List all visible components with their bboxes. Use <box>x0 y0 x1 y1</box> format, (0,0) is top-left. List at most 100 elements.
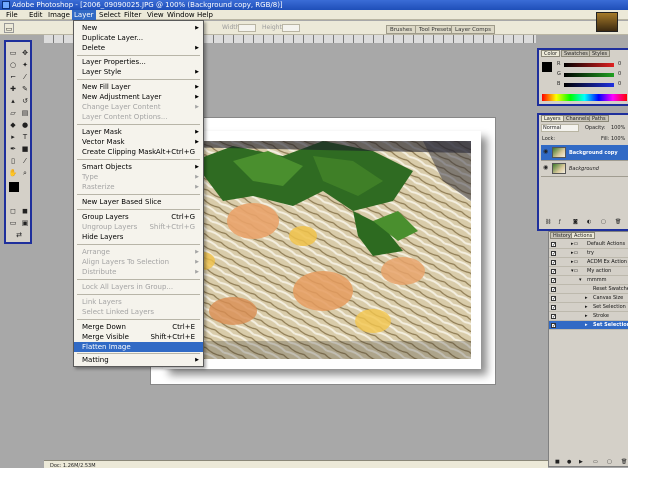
menu-item-hide-layers[interactable]: Hide Layers <box>74 232 203 242</box>
menu-item-select-linked-layers[interactable]: Select Linked Layers <box>74 307 203 317</box>
notes-tool-icon[interactable]: ▯ <box>8 156 18 166</box>
gradient-tool-icon[interactable]: ▤ <box>20 108 30 118</box>
menu-item-new-layer-based-slice[interactable]: New Layer Based Slice <box>74 197 203 207</box>
marquee-tool-icon[interactable]: ▭ <box>8 48 18 58</box>
lasso-tool-icon[interactable]: ○ <box>8 60 18 70</box>
action-check-icon[interactable]: ✓ <box>551 296 556 302</box>
menu-item-create-clipping-mask[interactable]: Create Clipping Mask Alt+Ctrl+G <box>74 147 203 157</box>
tab-actions[interactable]: Actions <box>571 232 596 239</box>
menu-item-smart-objects[interactable]: Smart Objects ▶ <box>74 162 203 172</box>
trash-icon[interactable]: 🗑 <box>621 459 627 465</box>
crop-tool-icon[interactable]: ⌐ <box>8 72 18 82</box>
layer-style-icon[interactable]: ƒ <box>559 219 561 225</box>
action-row[interactable]: ✓ Reset Swatches <box>549 285 632 294</box>
hand-tool-icon[interactable]: ✋ <box>8 168 18 178</box>
trash-icon[interactable]: 🗑 <box>615 219 621 225</box>
action-check-icon[interactable]: ✓ <box>551 251 556 257</box>
menu-file[interactable]: File <box>4 10 20 20</box>
menu-item-type[interactable]: Type ▶ <box>74 172 203 182</box>
menu-item-lock-all-layers[interactable]: Lock All Layers in Group... <box>74 282 203 292</box>
action-check-icon[interactable]: ✓ <box>551 287 556 293</box>
menu-item-new[interactable]: New ▶ <box>74 23 203 33</box>
action-check-icon[interactable]: ✓ <box>551 278 556 284</box>
adjustment-layer-icon[interactable]: ◐ <box>587 219 591 225</box>
menu-item-delete[interactable]: Delete ▶ <box>74 43 203 53</box>
action-check-icon[interactable]: ✓ <box>551 305 556 311</box>
action-row[interactable]: ✓ ▸ Set Selection <box>549 321 632 330</box>
shape-tool-icon[interactable]: ■ <box>20 144 30 154</box>
width-field[interactable] <box>238 24 256 32</box>
action-check-icon[interactable]: ✓ <box>551 323 556 329</box>
blue-value[interactable]: 0 <box>618 81 621 87</box>
play-icon[interactable]: ▶ <box>579 459 583 465</box>
menu-item-layer-mask[interactable]: Layer Mask ▶ <box>74 127 203 137</box>
pen-tool-icon[interactable]: ✒ <box>8 144 18 154</box>
action-row[interactable]: ✓ ▾▭ My action <box>549 267 632 276</box>
menu-edit[interactable]: Edit <box>27 10 45 20</box>
opacity-value[interactable]: 100% <box>611 125 625 131</box>
menu-view[interactable]: View <box>145 10 166 20</box>
path-select-icon[interactable]: ▸ <box>8 132 18 142</box>
full-screen-icon[interactable]: ▣ <box>20 218 30 228</box>
layer-row[interactable]: ◉ Background copy <box>541 145 628 161</box>
layer-row[interactable]: ◉ Background <box>541 161 628 177</box>
action-row[interactable]: ✓ ▸ Set Selection <box>549 303 632 312</box>
zoom-tool-icon[interactable]: ⌕ <box>20 168 30 178</box>
layer-mask-icon[interactable]: ◙ <box>573 219 578 225</box>
menu-item-align-layers-to-selection[interactable]: Align Layers To Selection ▶ <box>74 257 203 267</box>
healing-brush-icon[interactable]: ✚ <box>8 84 18 94</box>
action-row[interactable]: ✓ ▸▭ try <box>549 249 632 258</box>
link-layers-icon[interactable]: ⛓ <box>545 219 551 225</box>
blend-mode-select[interactable]: Normal <box>541 124 579 132</box>
slice-tool-icon[interactable]: ⁄ <box>20 72 30 82</box>
visibility-eye-icon[interactable]: ◉ <box>543 149 549 155</box>
red-value[interactable]: 0 <box>618 61 621 67</box>
menu-item-new-fill-layer[interactable]: New Fill Layer ▶ <box>74 82 203 92</box>
stop-icon[interactable]: ■ <box>555 459 560 465</box>
action-row[interactable]: ✓ ▸▭ Default Actions <box>549 240 632 249</box>
menu-item-merge-down[interactable]: Merge Down Ctrl+E <box>74 322 203 332</box>
tab-channels[interactable]: Channels <box>563 115 593 122</box>
menu-item-layer-content-options[interactable]: Layer Content Options... <box>74 112 203 122</box>
menu-layer[interactable]: Layer <box>72 10 96 20</box>
palette-tab-layer-comps[interactable]: Layer Comps <box>451 25 496 34</box>
palette-tab-tool-presets[interactable]: Tool Presets <box>415 25 456 34</box>
menu-item-merge-visible[interactable]: Merge Visible Shift+Ctrl+E <box>74 332 203 342</box>
red-slider[interactable] <box>564 63 614 67</box>
eyedropper-icon[interactable]: ⁄ <box>20 156 30 166</box>
jump-to-imageready-icon[interactable]: ⇄ <box>8 230 30 240</box>
menu-image[interactable]: Image <box>46 10 72 20</box>
action-check-icon[interactable]: ✓ <box>551 269 556 275</box>
menu-item-arrange[interactable]: Arrange ▶ <box>74 247 203 257</box>
new-action-icon[interactable]: ▢ <box>607 459 612 465</box>
green-slider[interactable] <box>564 73 614 77</box>
menu-item-change-layer-content[interactable]: Change Layer Content ▶ <box>74 102 203 112</box>
screen-mode-icon[interactable]: ▭ <box>8 218 18 228</box>
menu-item-matting[interactable]: Matting ▶ <box>74 355 203 365</box>
move-tool-icon[interactable]: ✥ <box>20 48 30 58</box>
menu-item-flatten-image[interactable]: Flatten Image <box>74 342 203 352</box>
blur-tool-icon[interactable]: ◆ <box>8 120 18 130</box>
menu-item-layer-properties[interactable]: Layer Properties... <box>74 57 203 67</box>
menu-item-new-adjustment-layer[interactable]: New Adjustment Layer ▶ <box>74 92 203 102</box>
menu-window[interactable]: Window <box>165 10 197 20</box>
tab-color[interactable]: Color <box>541 50 561 57</box>
menu-item-layer-style[interactable]: Layer Style ▶ <box>74 67 203 77</box>
menu-item-ungroup-layers[interactable]: Ungroup Layers Shift+Ctrl+G <box>74 222 203 232</box>
eraser-tool-icon[interactable]: ▱ <box>8 108 18 118</box>
marquee-preset-icon[interactable]: ▭ <box>4 23 14 33</box>
height-field[interactable] <box>282 24 300 32</box>
record-icon[interactable]: ● <box>567 459 571 465</box>
foreground-color-swatch[interactable] <box>9 182 19 192</box>
blue-slider[interactable] <box>564 83 614 87</box>
menu-item-distribute[interactable]: Distribute ▶ <box>74 267 203 277</box>
palette-tab-brushes[interactable]: Brushes <box>386 25 417 34</box>
action-row[interactable]: ✓ ▸ Canvas Size <box>549 294 632 303</box>
tab-layers[interactable]: Layers <box>541 115 564 122</box>
menu-item-duplicate-layer[interactable]: Duplicate Layer... <box>74 33 203 43</box>
menu-item-link-layers[interactable]: Link Layers <box>74 297 203 307</box>
clone-stamp-icon[interactable]: ▴ <box>8 96 18 106</box>
color-spectrum-bar[interactable] <box>542 94 627 101</box>
magic-wand-icon[interactable]: ✦ <box>20 60 30 70</box>
tab-paths[interactable]: Paths <box>589 115 609 122</box>
